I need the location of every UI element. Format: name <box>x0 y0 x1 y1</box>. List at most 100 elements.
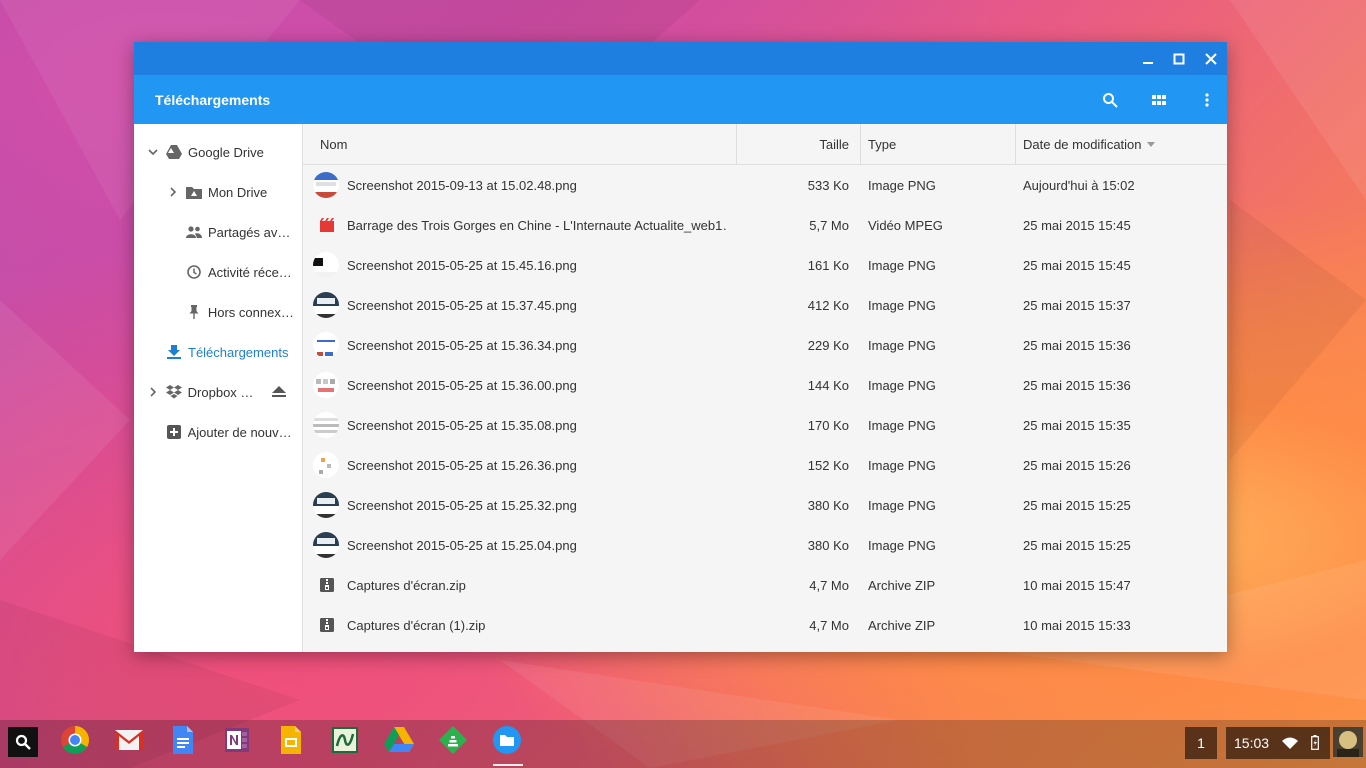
slides-shelf-button[interactable] <box>276 725 306 757</box>
image-thumbnail <box>313 252 339 278</box>
download-icon <box>166 344 182 360</box>
table-row[interactable]: Screenshot 2015-05-25 at 15.25.04.png 380… <box>303 525 1227 565</box>
file-date: Aujourd'hui à 15:02 <box>1023 177 1135 193</box>
files-app-icon <box>492 725 522 760</box>
table-row[interactable]: Captures d'écran.zip 4,7 Mo Archive ZIP 10 … <box>303 565 1227 605</box>
sidebar-item-label: Google Drive <box>188 144 264 160</box>
table-row[interactable]: Screenshot 2015-05-25 at 15.36.00.png 144… <box>303 365 1227 405</box>
file-name: Barrage des Trois Gorges en Chine - L'In… <box>347 217 727 233</box>
minimize-icon <box>1143 61 1153 64</box>
search-icon <box>15 734 31 750</box>
feedly-shelf-button[interactable] <box>438 725 468 757</box>
table-row[interactable]: Screenshot 2015-05-25 at 15.36.34.png 229… <box>303 325 1227 365</box>
file-type: Vidéo MPEG <box>868 217 943 233</box>
file-size: 144 Ko <box>807 377 849 393</box>
close-button[interactable] <box>1195 42 1227 75</box>
shared-icon <box>186 224 202 240</box>
system-tray[interactable]: 15:03 <box>1226 727 1330 759</box>
image-thumbnail <box>313 172 339 198</box>
image-thumbnail <box>313 412 339 438</box>
file-name: Screenshot 2015-05-25 at 15.35.08.png <box>347 417 577 433</box>
file-size: 229 Ko <box>807 337 849 353</box>
files-app-window: Téléchargements Google Drive Mon Drive P… <box>134 42 1227 652</box>
column-header-name[interactable]: Nom <box>320 124 347 164</box>
search-icon <box>1103 93 1118 108</box>
zip-file-icon <box>320 578 334 592</box>
file-size: 161 Ko <box>807 257 849 273</box>
chevron-down-icon[interactable] <box>146 145 160 159</box>
table-row[interactable]: Screenshot 2015-05-25 at 15.45.16.png 161… <box>303 245 1227 285</box>
eject-button[interactable] <box>270 372 288 412</box>
sidebar-item-label: Hors connexi… <box>207 304 296 320</box>
table-row[interactable]: Screenshot 2015-05-25 at 15.25.32.png 380… <box>303 485 1227 525</box>
drive-app-shelf-button[interactable] <box>384 726 414 757</box>
column-header-date[interactable]: Date de modification <box>1023 124 1155 164</box>
file-date: 10 mai 2015 15:33 <box>1023 617 1131 633</box>
sidebar-item-downloads[interactable]: Téléchargements <box>166 332 296 372</box>
image-thumbnail <box>313 372 339 398</box>
sidebar-item-label: Téléchargements <box>188 344 289 360</box>
file-date: 25 mai 2015 15:45 <box>1023 217 1131 233</box>
table-row[interactable]: Captures d'écran (1).zip 4,7 Mo Archive ZI… <box>303 605 1227 645</box>
add-icon <box>166 424 182 440</box>
file-size: 152 Ko <box>807 457 849 473</box>
sidebar-item-offline[interactable]: Hors connexi… <box>186 292 296 332</box>
image-thumbnail <box>313 292 339 318</box>
zip-file-icon <box>320 618 334 632</box>
table-row[interactable]: Screenshot 2015-05-25 at 15.26.36.png 152… <box>303 445 1227 485</box>
chevron-right-icon[interactable] <box>166 185 180 199</box>
file-date: 25 mai 2015 15:36 <box>1023 337 1131 353</box>
table-row[interactable]: Screenshot 2015-09-13 at 15.02.48.png 533… <box>303 165 1227 205</box>
file-name: Screenshot 2015-05-25 at 15.25.32.png <box>347 497 577 513</box>
file-size: 5,7 Mo <box>809 217 849 233</box>
sidebar-item-google-drive[interactable]: Google Drive <box>146 132 296 172</box>
video-file-icon <box>320 218 334 232</box>
sidebar-item-my-drive[interactable]: Mon Drive <box>166 172 296 212</box>
docs-shelf-button[interactable] <box>168 725 198 760</box>
file-type: Image PNG <box>868 457 936 473</box>
image-thumbnail <box>313 332 339 358</box>
docs-icon <box>168 725 198 760</box>
table-row[interactable]: Screenshot 2015-05-25 at 15.37.45.png 412… <box>303 285 1227 325</box>
file-date: 25 mai 2015 15:36 <box>1023 377 1131 393</box>
avatar[interactable] <box>1333 727 1363 757</box>
sidebar-item-recent[interactable]: Activité réce… <box>186 252 296 292</box>
workspace-indicator[interactable]: 1 <box>1185 727 1217 759</box>
maximize-button[interactable] <box>1163 42 1195 75</box>
launcher-button[interactable] <box>8 727 38 757</box>
column-resize-handle[interactable] <box>1015 124 1016 164</box>
files-app-shelf-button[interactable] <box>492 725 522 760</box>
file-name: Screenshot 2015-05-25 at 15.36.00.png <box>347 377 577 393</box>
onenote-shelf-button[interactable] <box>222 727 252 757</box>
file-size: 380 Ko <box>807 497 849 513</box>
file-type: Image PNG <box>868 257 936 273</box>
spreadsheet-app-shelf-button[interactable] <box>330 726 360 757</box>
pin-icon <box>186 304 202 320</box>
column-resize-handle[interactable] <box>736 124 737 164</box>
search-button[interactable] <box>1097 87 1123 113</box>
sidebar-item-shared[interactable]: Partagés ave… <box>186 212 296 252</box>
sidebar-item-add-services[interactable]: Ajouter de nouve… <box>166 412 296 452</box>
sidebar-item-label: Ajouter de nouve… <box>187 424 296 440</box>
chrome-shelf-button[interactable] <box>60 725 90 757</box>
column-header-type[interactable]: Type <box>868 124 896 164</box>
sidebar-item-dropbox[interactable]: Dropbox (… <box>146 372 256 412</box>
file-type: Image PNG <box>868 337 936 353</box>
minimize-button[interactable] <box>1132 42 1164 75</box>
grid-icon <box>1152 95 1166 105</box>
table-row[interactable]: Screenshot 2015-05-25 at 15.35.08.png 170… <box>303 405 1227 445</box>
file-date: 25 mai 2015 15:35 <box>1023 417 1131 433</box>
table-row[interactable]: Barrage des Trois Gorges en Chine - L'In… <box>303 205 1227 245</box>
file-size: 4,7 Mo <box>809 577 849 593</box>
column-resize-handle[interactable] <box>860 124 861 164</box>
grid-view-button[interactable] <box>1146 87 1172 113</box>
column-header-row: Nom Taille Type Date de modification <box>303 124 1227 165</box>
column-header-size[interactable]: Taille <box>743 124 849 164</box>
file-type: Image PNG <box>868 417 936 433</box>
chevron-right-icon[interactable] <box>146 385 160 399</box>
more-options-button[interactable] <box>1194 87 1220 113</box>
page-title: Téléchargements <box>155 92 271 108</box>
shelf <box>0 720 1366 768</box>
gmail-shelf-button[interactable] <box>114 727 144 757</box>
file-size: 380 Ko <box>807 537 849 553</box>
